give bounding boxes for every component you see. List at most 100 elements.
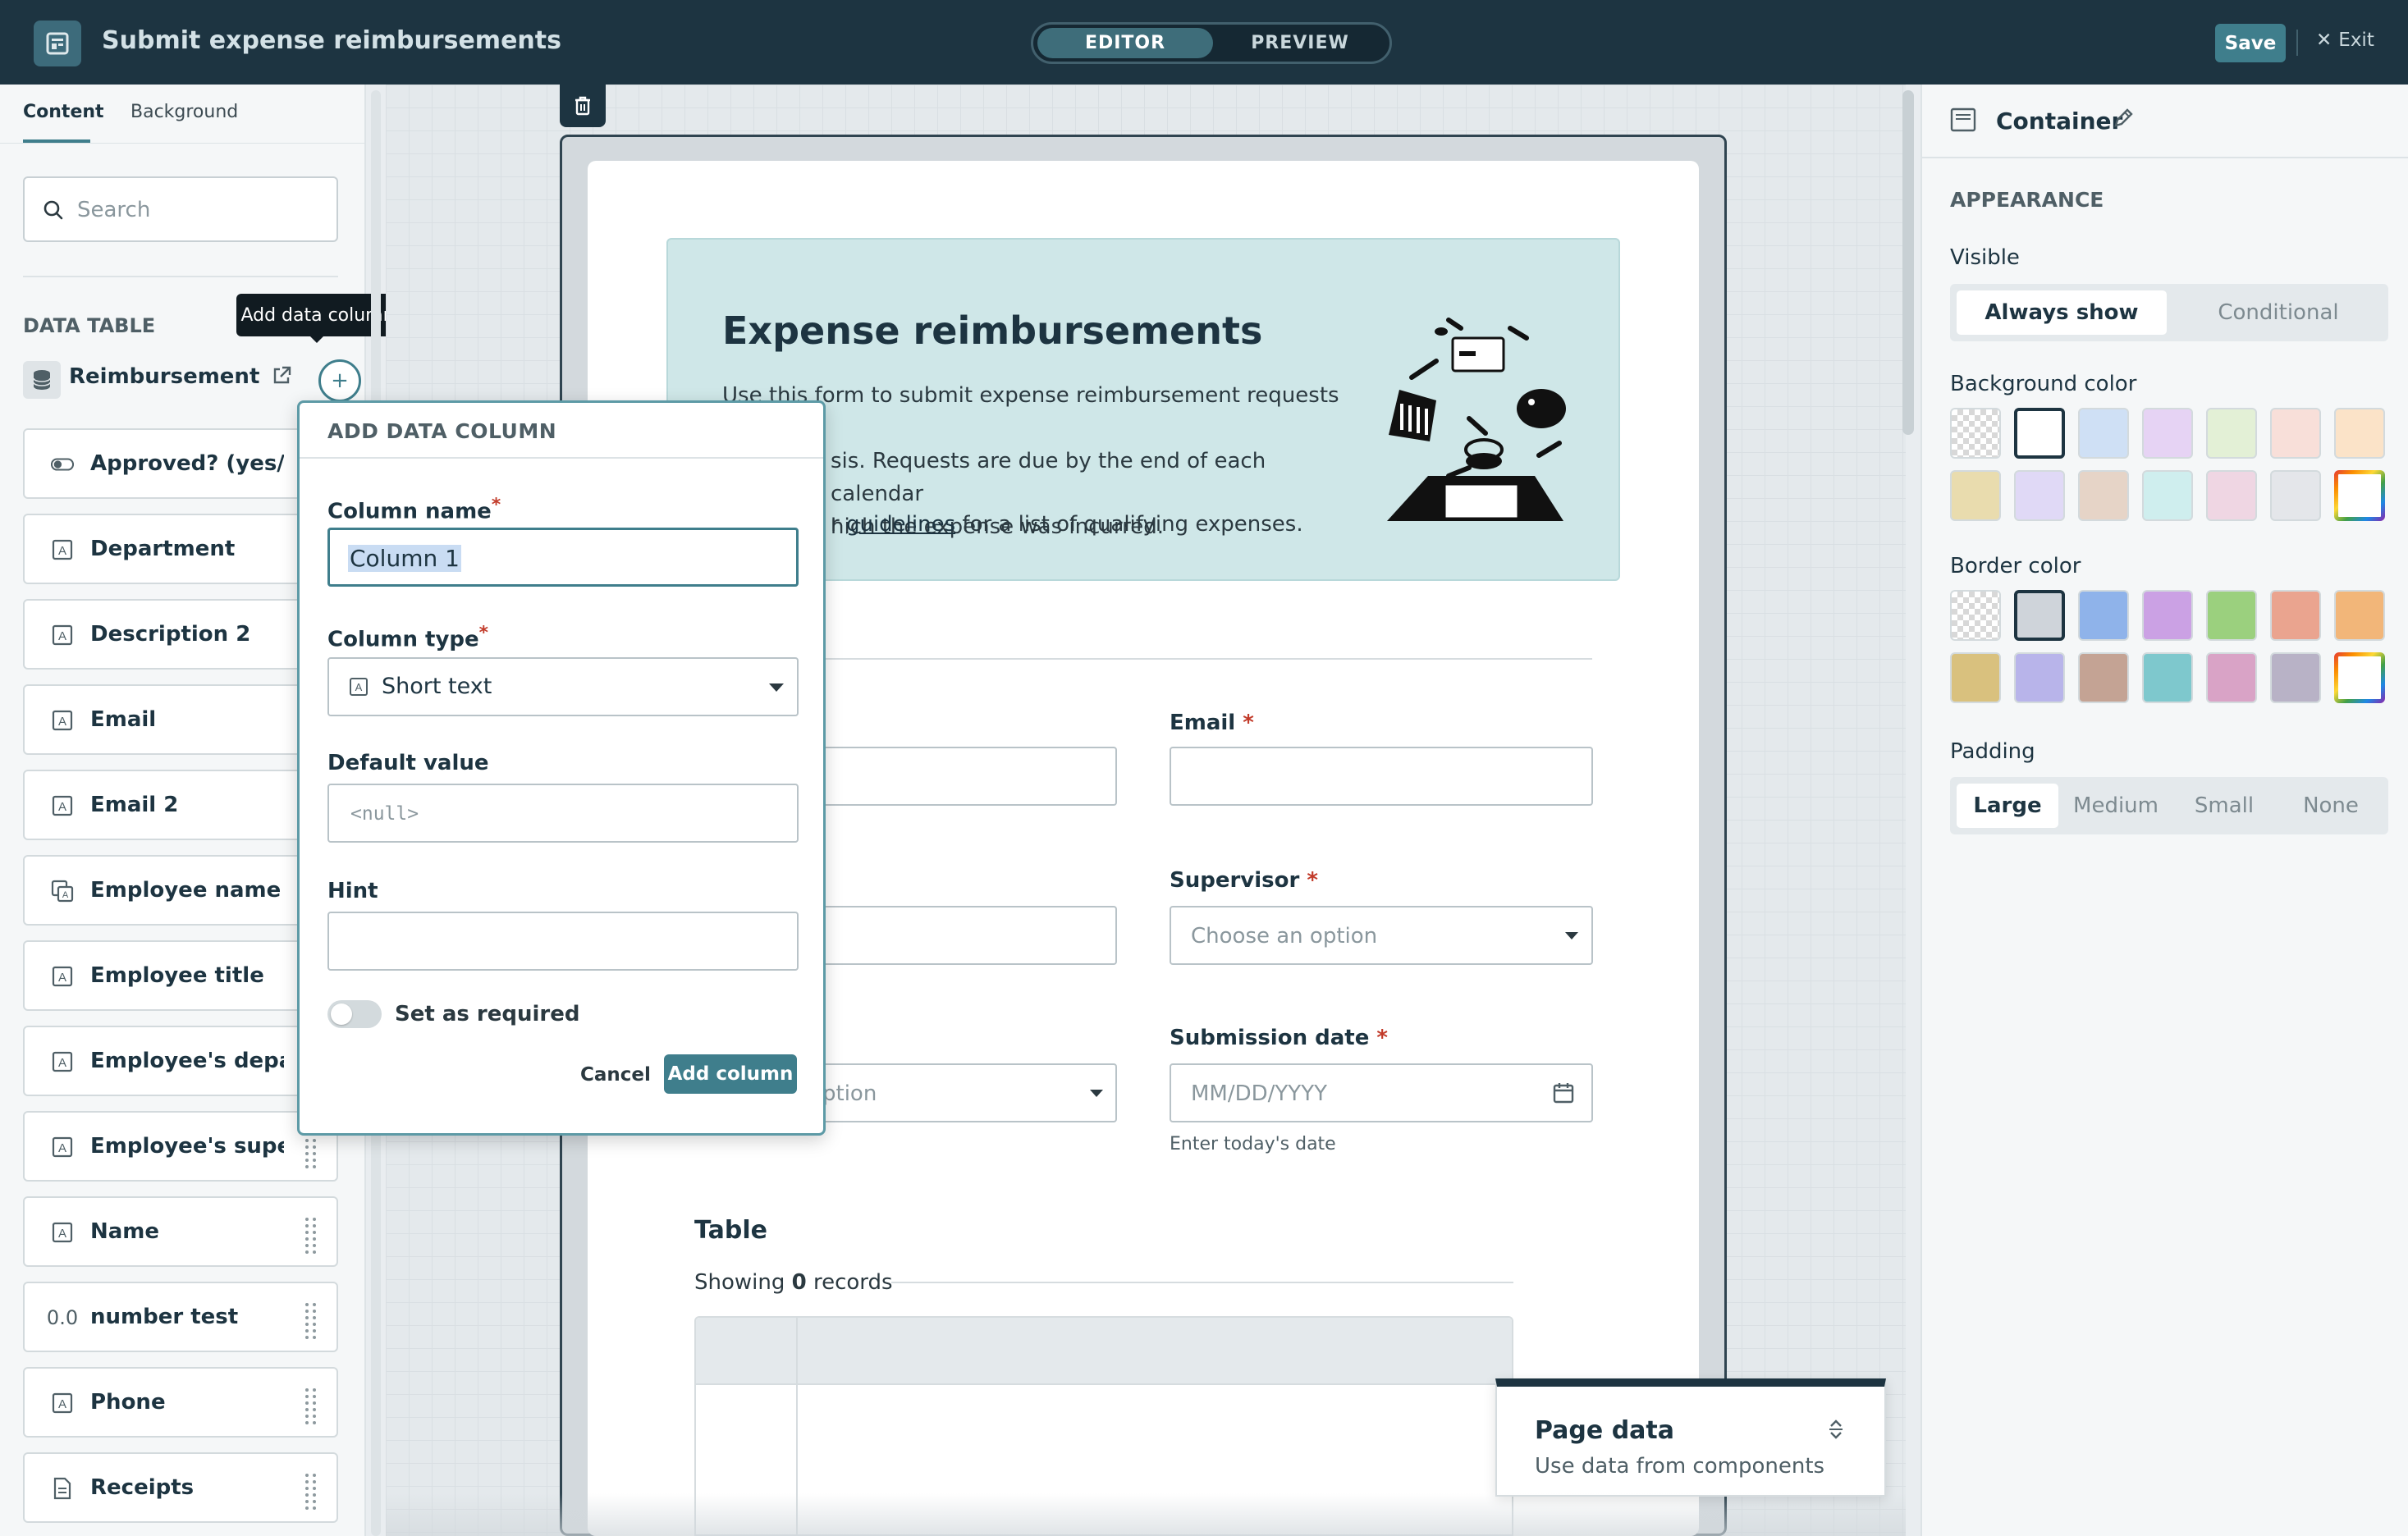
required-toggle[interactable] bbox=[327, 1000, 382, 1028]
background-color-swatch[interactable] bbox=[2206, 470, 2257, 521]
svg-text:A: A bbox=[58, 1397, 66, 1411]
background-color-swatch[interactable] bbox=[2014, 408, 2065, 459]
column-list-item[interactable]: A Employee title bbox=[23, 940, 338, 1011]
column-list-item[interactable]: A Employee's depa... bbox=[23, 1026, 338, 1096]
column-list-item[interactable]: Receipts bbox=[23, 1452, 338, 1523]
column-list-item[interactable]: A Description 2 bbox=[23, 599, 338, 670]
background-color-swatch[interactable] bbox=[2334, 470, 2385, 521]
trash-icon bbox=[575, 96, 590, 116]
column-list-item[interactable]: A Department bbox=[23, 514, 338, 584]
column-list-item[interactable]: A Employee's supe... bbox=[23, 1111, 338, 1182]
records-count-text: Showing 0 records bbox=[694, 1270, 893, 1295]
padding-medium[interactable]: Medium bbox=[2065, 784, 2167, 828]
add-column-button[interactable]: Add column bbox=[664, 1054, 797, 1094]
column-list-item[interactable]: A Email bbox=[23, 684, 338, 755]
preview-mode-button[interactable]: PREVIEW bbox=[1212, 28, 1388, 58]
svg-text:A: A bbox=[58, 544, 66, 558]
open-in-new-icon[interactable] bbox=[271, 365, 292, 390]
column-name-value: Column 1 bbox=[348, 545, 461, 572]
border-color-swatch[interactable] bbox=[2142, 652, 2193, 703]
padding-large[interactable]: Large bbox=[1957, 784, 2058, 828]
border-color-swatch[interactable] bbox=[2270, 652, 2321, 703]
background-color-swatch[interactable] bbox=[2078, 408, 2129, 459]
panel-header-divider bbox=[1922, 157, 2408, 158]
column-list-item[interactable]: A Email 2 bbox=[23, 770, 338, 840]
email-field-label: Email * bbox=[1170, 711, 1254, 735]
drag-handle-icon[interactable] bbox=[300, 1216, 320, 1254]
save-button[interactable]: Save bbox=[2215, 24, 2286, 62]
border-color-swatch[interactable] bbox=[2270, 590, 2321, 641]
background-color-swatch[interactable] bbox=[2270, 408, 2321, 459]
canvas-scrollbar[interactable] bbox=[1902, 90, 1914, 435]
border-color-swatch[interactable] bbox=[2014, 590, 2065, 641]
column-label: Email bbox=[90, 707, 157, 732]
tab-content[interactable]: Content bbox=[23, 102, 104, 122]
border-color-swatch[interactable] bbox=[2206, 652, 2257, 703]
guidelines-link[interactable]: guidelines bbox=[846, 512, 955, 537]
background-color-swatch[interactable] bbox=[2142, 470, 2193, 521]
file-icon bbox=[51, 1477, 74, 1500]
border-color-swatch[interactable] bbox=[2142, 590, 2193, 641]
border-color-swatch[interactable] bbox=[2014, 652, 2065, 703]
column-list-item[interactable]: Approved? (yes/no) bbox=[23, 428, 338, 499]
border-color-swatch[interactable] bbox=[2334, 652, 2385, 703]
background-color-swatch[interactable] bbox=[2206, 408, 2257, 459]
padding-small[interactable]: Small bbox=[2173, 784, 2275, 828]
border-color-swatch[interactable] bbox=[2206, 590, 2257, 641]
column-type-select[interactable]: A Short text bbox=[327, 657, 799, 716]
supervisor-select[interactable]: Choose an option bbox=[1170, 906, 1593, 965]
drag-handle-icon[interactable] bbox=[300, 1472, 320, 1510]
background-color-swatch[interactable] bbox=[2014, 470, 2065, 521]
editor-mode-button[interactable]: EDITOR bbox=[1037, 28, 1213, 58]
expand-collapse-icon[interactable] bbox=[1827, 1418, 1845, 1444]
cancel-button[interactable]: Cancel bbox=[580, 1064, 651, 1086]
drag-handle-icon[interactable] bbox=[300, 1387, 320, 1424]
text-input-partial-2[interactable] bbox=[809, 906, 1117, 965]
visibility-always-show[interactable]: Always show bbox=[1957, 290, 2167, 335]
exit-button[interactable]: ✕ Exit bbox=[2316, 30, 2374, 51]
hint-label: Hint bbox=[327, 879, 378, 903]
column-list-item[interactable]: A Employee name bbox=[23, 855, 338, 926]
required-asterisk: * bbox=[1376, 1026, 1389, 1050]
background-color-swatch[interactable] bbox=[1950, 470, 2001, 521]
drag-handle-icon[interactable] bbox=[300, 1301, 320, 1339]
form-app-icon bbox=[34, 21, 81, 66]
drag-handle-icon[interactable] bbox=[300, 1131, 320, 1168]
background-color-swatch[interactable] bbox=[2078, 470, 2129, 521]
pencil-icon[interactable] bbox=[2113, 107, 2134, 132]
background-color-swatch[interactable] bbox=[2142, 408, 2193, 459]
border-color-swatch[interactable] bbox=[2334, 590, 2385, 641]
visibility-conditional[interactable]: Conditional bbox=[2173, 290, 2383, 335]
border-color-swatch[interactable] bbox=[2078, 590, 2129, 641]
column-list-item[interactable]: 0.0 number test bbox=[23, 1282, 338, 1352]
background-color-swatch[interactable] bbox=[2270, 470, 2321, 521]
search-divider bbox=[23, 276, 338, 277]
email-input[interactable] bbox=[1170, 747, 1593, 806]
default-value-input[interactable]: <null> bbox=[327, 784, 799, 843]
delete-container-button[interactable] bbox=[560, 85, 606, 127]
column-list-item[interactable]: A Phone bbox=[23, 1367, 338, 1438]
border-color-swatch[interactable] bbox=[1950, 590, 2001, 641]
text-input-partial[interactable] bbox=[809, 747, 1117, 806]
column-list-item[interactable]: A Name bbox=[23, 1196, 338, 1267]
border-color-swatch[interactable] bbox=[1950, 652, 2001, 703]
add-data-column-button[interactable]: + bbox=[318, 359, 361, 402]
background-color-label: Background color bbox=[1950, 372, 2137, 396]
tab-background[interactable]: Background bbox=[130, 102, 238, 122]
calendar-icon[interactable] bbox=[1552, 1081, 1575, 1108]
column-name-input[interactable]: Column 1 bbox=[327, 528, 799, 587]
background-color-swatch[interactable] bbox=[2334, 408, 2385, 459]
data-table-name[interactable]: Reimbursement r... bbox=[69, 364, 266, 389]
required-asterisk: * bbox=[478, 623, 488, 643]
default-value-label: Default value bbox=[327, 751, 489, 775]
column-type-label: Column type* bbox=[327, 623, 488, 652]
submission-date-input[interactable]: MM/DD/YYYY bbox=[1170, 1063, 1593, 1122]
border-color-swatch[interactable] bbox=[2078, 652, 2129, 703]
hint-input[interactable] bbox=[327, 912, 799, 971]
select-partial[interactable]: ption bbox=[809, 1063, 1117, 1122]
padding-none[interactable]: None bbox=[2280, 784, 2382, 828]
background-color-swatch[interactable] bbox=[1950, 408, 2001, 459]
page-data-panel[interactable]: Page data Use data from components bbox=[1495, 1378, 1886, 1497]
search-input[interactable]: Search bbox=[23, 176, 338, 242]
column-label: Email 2 bbox=[90, 793, 179, 817]
